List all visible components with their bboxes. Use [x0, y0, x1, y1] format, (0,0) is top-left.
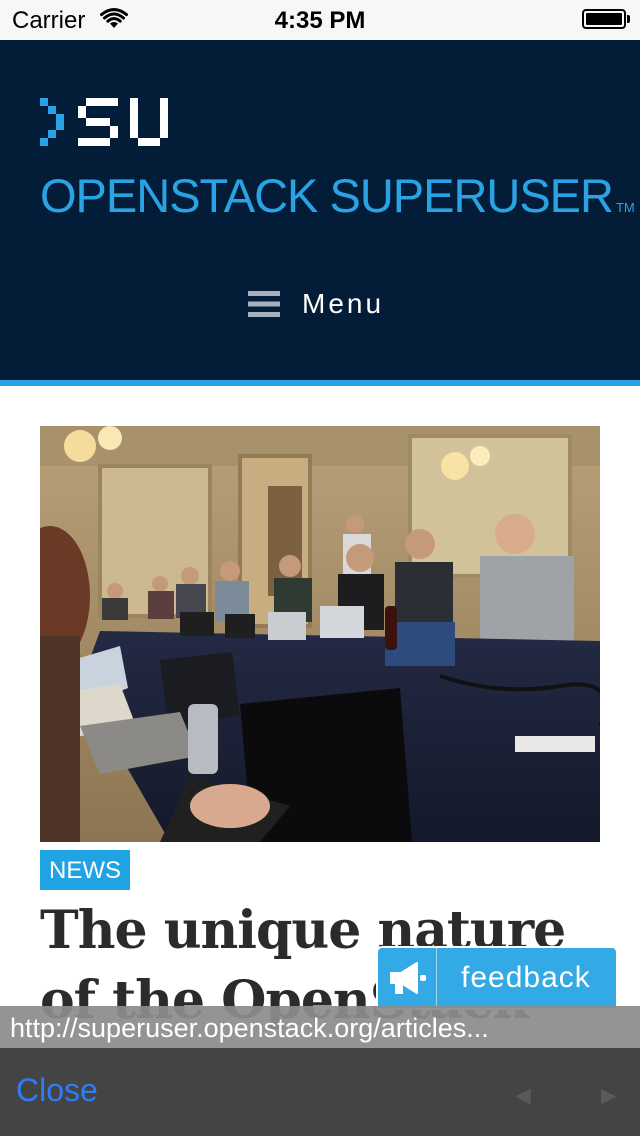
- url-bar[interactable]: http://superuser.openstack.org/articles.…: [0, 1006, 640, 1048]
- menu-button[interactable]: Menu: [248, 284, 384, 324]
- bottom-toolbar: Close ◄ ►: [0, 1048, 640, 1136]
- status-bar: Carrier 4:35 PM: [0, 0, 640, 40]
- feedback-label: feedback: [461, 961, 591, 994]
- close-button[interactable]: Close: [16, 1072, 98, 1109]
- trademark: TM: [615, 200, 635, 215]
- site-name: OPENSTACK SUPERUSER: [40, 169, 614, 222]
- site-header: OPENSTACK SUPERUSER TM Menu: [0, 40, 640, 386]
- feedback-button[interactable]: feedback: [376, 946, 618, 1010]
- category-badge[interactable]: NEWS: [40, 850, 130, 890]
- site-title[interactable]: OPENSTACK SUPERUSER TM: [40, 168, 635, 223]
- back-arrow-icon[interactable]: ◄: [510, 1080, 536, 1111]
- header-accent-line: [0, 380, 640, 386]
- menu-label: Menu: [302, 288, 385, 319]
- clock: 4:35 PM: [274, 7, 366, 34]
- hamburger-icon: [248, 291, 280, 317]
- article-hero-image[interactable]: [40, 426, 600, 842]
- su-logo-icon[interactable]: [40, 98, 172, 150]
- battery-icon: [582, 9, 630, 29]
- conference-photo: [40, 426, 600, 842]
- forward-arrow-icon[interactable]: ►: [596, 1080, 622, 1111]
- megaphone-icon: [378, 948, 437, 1008]
